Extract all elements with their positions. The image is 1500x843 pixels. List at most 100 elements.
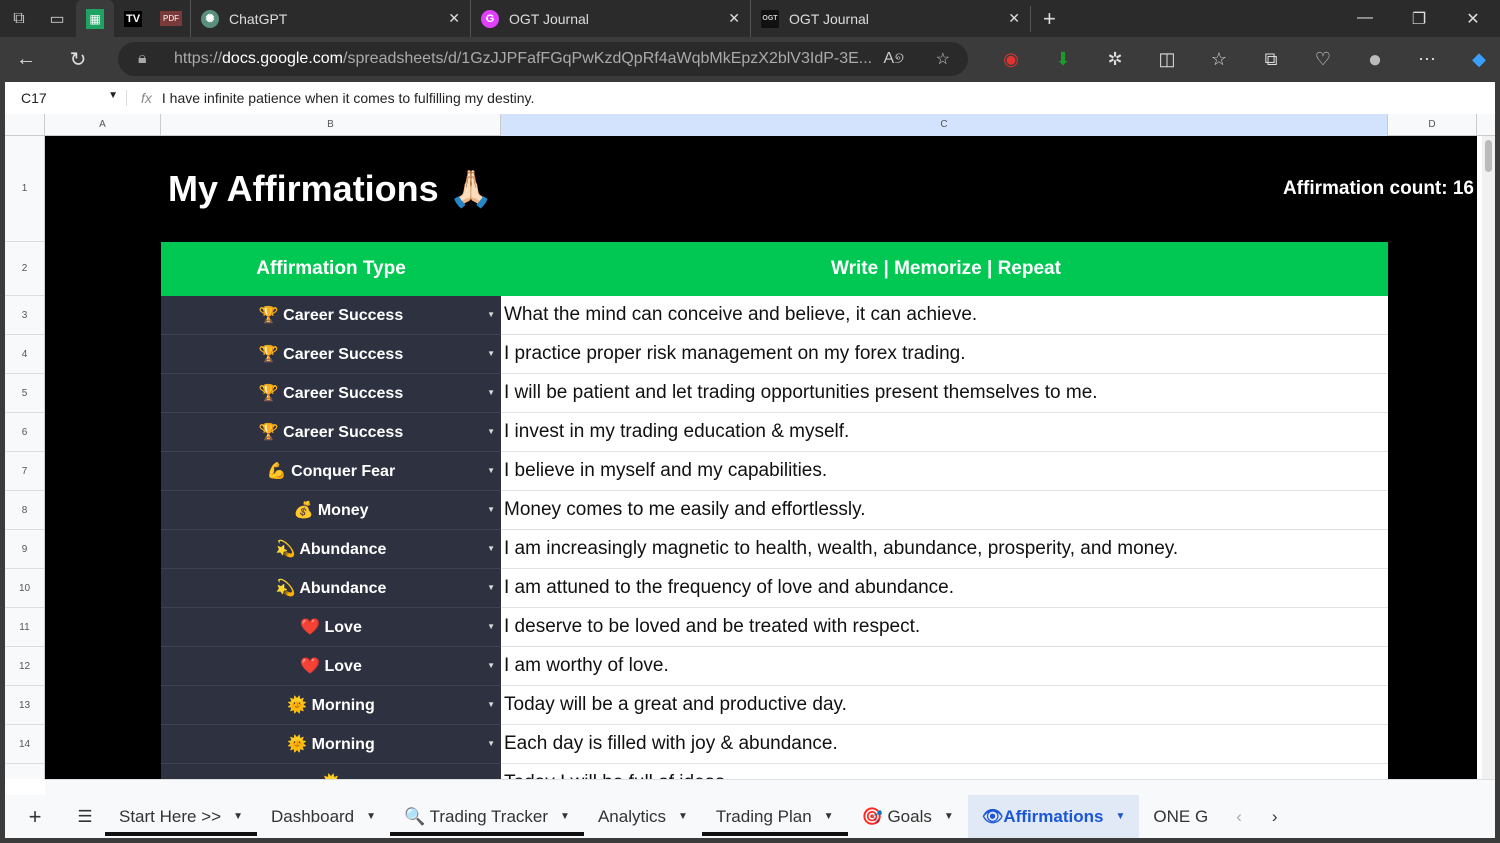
- all-sheets-menu-icon[interactable]: ☰: [65, 795, 105, 838]
- sheet-tab[interactable]: Dashboard ▼: [257, 795, 390, 838]
- affirmation-cell[interactable]: I invest in my trading education & mysel…: [501, 413, 1388, 452]
- pdf-tab-icon[interactable]: PDF: [152, 0, 190, 37]
- affirmation-cell[interactable]: What the mind can conceive and believe, …: [501, 296, 1388, 335]
- dropdown-arrow-icon[interactable]: ▼: [487, 622, 495, 631]
- affirmation-cell[interactable]: I am increasingly magnetic to health, we…: [501, 530, 1388, 569]
- affirmation-cell[interactable]: I believe in myself and my capabilities.: [501, 452, 1388, 491]
- sheet-tab[interactable]: Analytics ▼: [584, 795, 702, 838]
- reload-icon[interactable]: ↻: [52, 47, 104, 72]
- affirmation-cell[interactable]: I practice proper risk management on my …: [501, 335, 1388, 374]
- horizontal-scrollbar[interactable]: [45, 779, 1495, 795]
- cell-a[interactable]: [45, 491, 161, 530]
- tradingview-tab-icon[interactable]: TV: [114, 0, 152, 37]
- cell-d[interactable]: [1388, 413, 1477, 452]
- cell-a[interactable]: [45, 530, 161, 569]
- affirmation-cell[interactable]: Each day is filled with joy & abundance.: [501, 725, 1388, 764]
- affirmation-type-dropdown[interactable]: 🏆 Career Success ▼: [161, 296, 501, 335]
- affirmation-type-dropdown[interactable]: 🏆 Career Success ▼: [161, 374, 501, 413]
- formula-input[interactable]: I have infinite patience when it comes t…: [162, 90, 534, 106]
- minimize-icon[interactable]: —: [1338, 9, 1392, 29]
- dropdown-arrow-icon[interactable]: ▼: [487, 583, 495, 592]
- copilot-icon[interactable]: ◆: [1453, 49, 1500, 70]
- affirmation-cell[interactable]: I am worthy of love.: [501, 647, 1388, 686]
- header-type[interactable]: Affirmation Type: [161, 242, 501, 296]
- close-tab-icon[interactable]: ✕: [1008, 10, 1020, 27]
- dropdown-arrow-icon[interactable]: ▼: [487, 349, 495, 358]
- close-window-icon[interactable]: ✕: [1446, 9, 1500, 29]
- column-header[interactable]: A: [45, 114, 161, 136]
- cell-d[interactable]: [1388, 530, 1477, 569]
- tab-actions-icon[interactable]: ▭: [38, 0, 76, 37]
- browser-tab[interactable]: OGT OGT Journal ✕: [750, 0, 1030, 37]
- row-header[interactable]: 14: [5, 725, 45, 764]
- dropdown-arrow-icon[interactable]: ▼: [487, 310, 495, 319]
- cell-d[interactable]: [1388, 764, 1477, 779]
- cell-a[interactable]: [45, 686, 161, 725]
- sheets-tab-icon[interactable]: ▦: [76, 0, 114, 37]
- vertical-scrollbar[interactable]: [1482, 136, 1495, 779]
- sheet-tab[interactable]: Trading Plan ▼: [701, 795, 848, 838]
- split-screen-icon[interactable]: ◫: [1141, 49, 1193, 70]
- row-header[interactable]: 2: [5, 242, 45, 296]
- cell-a[interactable]: [45, 374, 161, 413]
- extensions-icon[interactable]: ✲: [1089, 49, 1141, 70]
- row-header[interactable]: 7: [5, 452, 45, 491]
- new-tab-button[interactable]: +: [1030, 5, 1068, 32]
- chevron-down-icon[interactable]: ▼: [560, 811, 570, 822]
- chevron-down-icon[interactable]: ▼: [233, 811, 243, 822]
- chevron-right-icon[interactable]: ›: [1272, 807, 1278, 827]
- url-field[interactable]: 🔒︎ https://docs.google.com/spreadsheets/…: [118, 42, 968, 76]
- dropdown-arrow-icon[interactable]: ▼: [487, 544, 495, 553]
- download-icon[interactable]: ⬇: [1037, 49, 1089, 70]
- affirmation-count[interactable]: Affirmation count: 16: [501, 136, 1477, 242]
- row-header[interactable]: 13: [5, 686, 45, 725]
- dropdown-arrow-icon[interactable]: ▼: [487, 661, 495, 670]
- page-title[interactable]: My Affirmations 🙏🏻: [161, 136, 501, 242]
- row-header[interactable]: 6: [5, 413, 45, 452]
- dropdown-arrow-icon[interactable]: ▼: [487, 700, 495, 709]
- sheet-tab[interactable]: ONE G: [1139, 795, 1222, 838]
- affirmation-cell[interactable]: Today I will be full of ideas: [501, 764, 1388, 779]
- cell-d[interactable]: [1388, 725, 1477, 764]
- browser-tab[interactable]: ✺ ChatGPT ✕: [190, 0, 470, 37]
- cell-d[interactable]: [1388, 452, 1477, 491]
- affirmation-cell[interactable]: I deserve to be loved and be treated wit…: [501, 608, 1388, 647]
- restore-icon[interactable]: ❐: [1392, 9, 1446, 29]
- dropdown-arrow-icon[interactable]: ▼: [487, 427, 495, 436]
- affirmation-cell[interactable]: I am attuned to the frequency of love an…: [501, 569, 1388, 608]
- chevron-down-icon[interactable]: ▼: [824, 811, 834, 822]
- chevron-down-icon[interactable]: ▼: [366, 811, 376, 822]
- sheet-tab[interactable]: Start Here >> ▼: [105, 795, 257, 838]
- cell-d[interactable]: [1388, 686, 1477, 725]
- header-statement[interactable]: Write | Memorize | Repeat: [501, 242, 1388, 296]
- profile-avatar[interactable]: ●: [1349, 46, 1401, 74]
- affirmation-type-dropdown[interactable]: 🌞 Morning ▼: [161, 725, 501, 764]
- row-header[interactable]: 4: [5, 335, 45, 374]
- cell-d[interactable]: [1388, 335, 1477, 374]
- row-header[interactable]: 15: [5, 764, 45, 779]
- affirmation-type-dropdown[interactable]: 🏆 Career Success ▼: [161, 413, 501, 452]
- favorites-icon[interactable]: ☆: [1193, 49, 1245, 70]
- chevron-down-icon[interactable]: ▼: [1115, 811, 1125, 822]
- row-header[interactable]: 11: [5, 608, 45, 647]
- affirmation-cell[interactable]: Money comes to me easily and effortlessl…: [501, 491, 1388, 530]
- cell-a[interactable]: [45, 725, 161, 764]
- row-header[interactable]: 3: [5, 296, 45, 335]
- column-header[interactable]: C: [501, 114, 1388, 136]
- name-box[interactable]: C17 ▼: [5, 90, 127, 106]
- health-icon[interactable]: ♡: [1297, 49, 1349, 70]
- back-icon[interactable]: ←: [0, 48, 52, 71]
- close-tab-icon[interactable]: ✕: [728, 10, 740, 27]
- affirmation-type-dropdown[interactable]: 💪 Conquer Fear ▼: [161, 452, 501, 491]
- affirmation-type-dropdown[interactable]: ❤️ Love ▼: [161, 608, 501, 647]
- dropdown-arrow-icon[interactable]: ▼: [487, 739, 495, 748]
- dropdown-arrow-icon[interactable]: ▼: [487, 388, 495, 397]
- affirmation-cell[interactable]: I will be patient and let trading opport…: [501, 374, 1388, 413]
- read-aloud-icon[interactable]: A୭: [884, 50, 904, 68]
- cell-d[interactable]: [1388, 647, 1477, 686]
- affirmation-type-dropdown[interactable]: 🌞▼: [161, 764, 501, 779]
- close-tab-icon[interactable]: ✕: [448, 10, 460, 27]
- cell-d[interactable]: [1388, 569, 1477, 608]
- more-icon[interactable]: ⋯: [1401, 49, 1453, 70]
- affirmation-type-dropdown[interactable]: ❤️ Love ▼: [161, 647, 501, 686]
